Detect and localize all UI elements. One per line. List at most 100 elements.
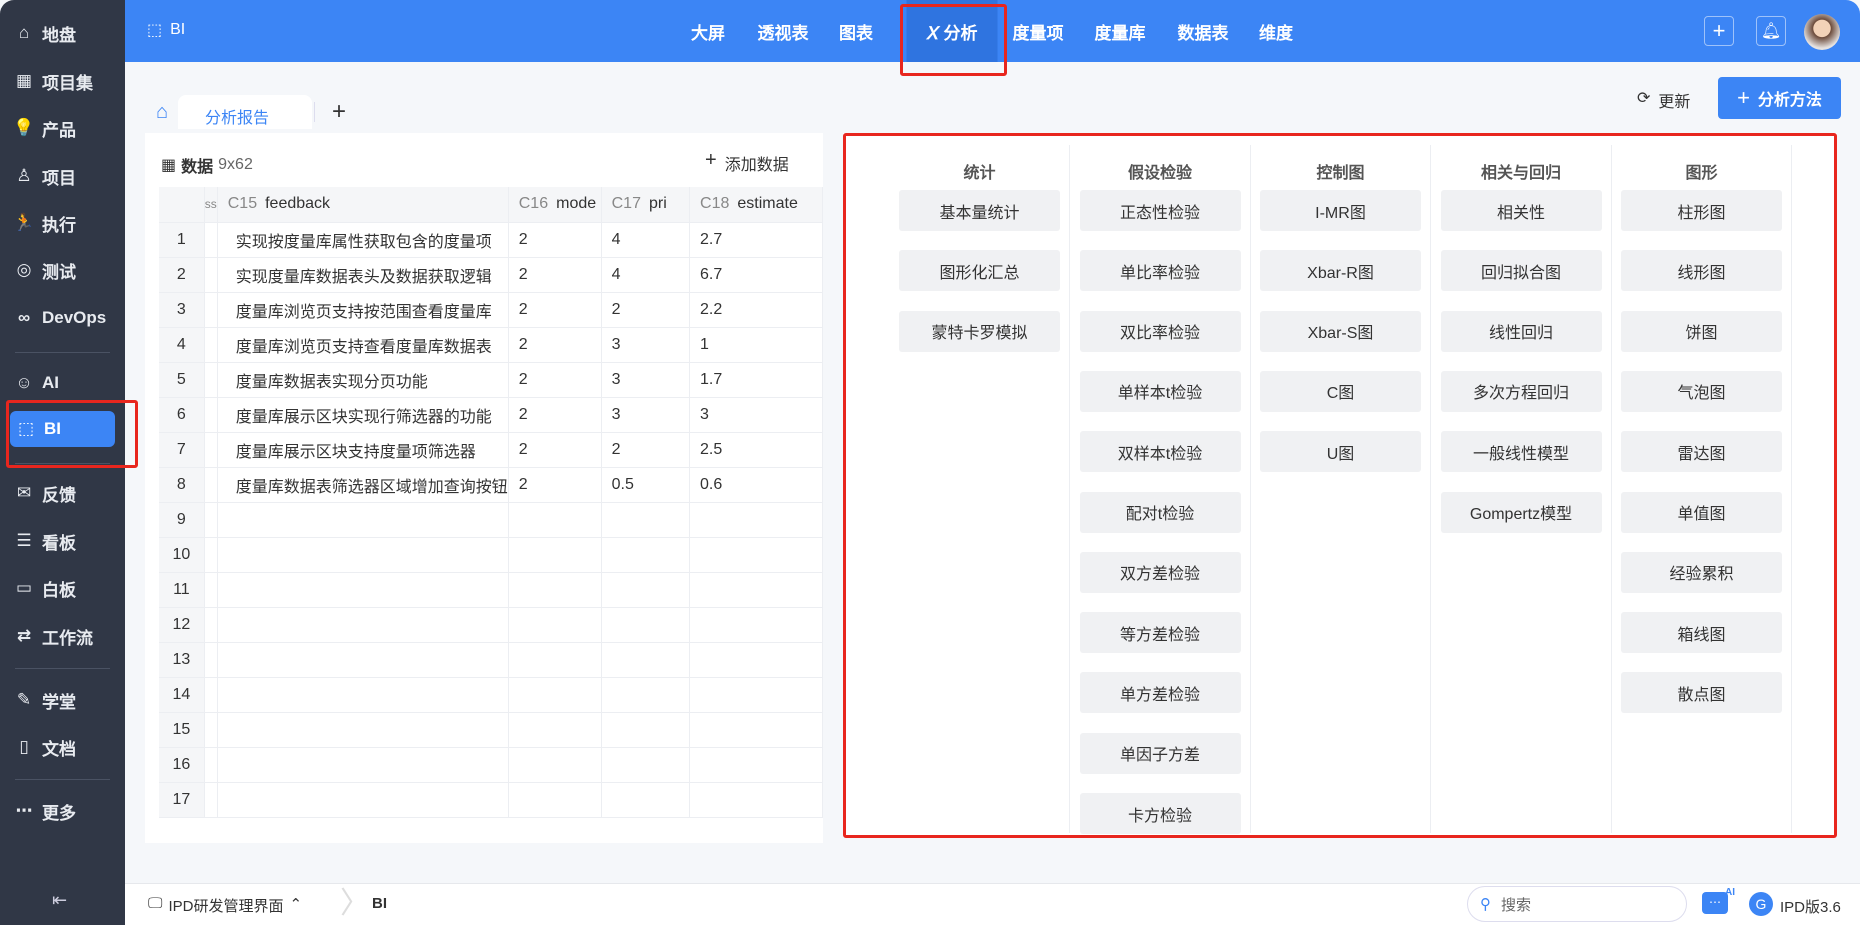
table-cell[interactable]	[601, 502, 691, 538]
table-cell[interactable]: 度量库数据表筛选器区域增加查询按钮	[217, 467, 509, 503]
collapse-left-icon[interactable]: ⇤	[52, 890, 67, 911]
sidebar-item-12[interactable]: ⇄ 工作流	[14, 618, 93, 654]
sidebar-item-15[interactable]: ⋯ 更多	[14, 793, 77, 829]
table-cell[interactable]	[217, 782, 509, 818]
method-button[interactable]: 经验累积	[1621, 551, 1782, 593]
method-button[interactable]: 单方差检验	[1079, 672, 1241, 714]
search-input[interactable]: ⚲ 搜索	[1467, 886, 1687, 922]
nav-tab-6[interactable]: 数据表	[1178, 0, 1229, 62]
table-cell[interactable]	[689, 782, 823, 818]
method-button[interactable]: C图	[1260, 370, 1421, 412]
table-cell[interactable]	[217, 677, 509, 713]
column-header[interactable]: C15 feedback	[217, 187, 509, 223]
column-header[interactable]: C16 mode	[508, 187, 602, 223]
table-cell[interactable]	[217, 502, 509, 538]
method-button[interactable]: 单比率检验	[1079, 250, 1241, 292]
nav-tab-1[interactable]: 透视表	[758, 0, 809, 62]
sidebar-item-1[interactable]: ▦ 项目集	[14, 63, 93, 99]
table-cell[interactable]	[217, 747, 509, 783]
table-cell[interactable]: 度量库浏览页支持按范围查看度量库	[217, 292, 509, 328]
table-cell[interactable]	[217, 537, 509, 573]
method-button[interactable]: 一般线性模型	[1440, 431, 1602, 473]
method-button[interactable]: 箱线图	[1621, 612, 1782, 654]
table-cell[interactable]	[689, 677, 823, 713]
sidebar-item-2[interactable]: 💡 产品	[13, 110, 76, 146]
sidebar-item-0[interactable]: ⌂ 地盘	[14, 15, 76, 51]
tab-analysis-report[interactable]: 分析报告	[178, 95, 312, 129]
method-button[interactable]: 双方差检验	[1079, 551, 1241, 593]
table-cell[interactable]: 2	[508, 257, 602, 293]
table-cell[interactable]	[508, 537, 602, 573]
table-cell[interactable]: 2.7	[689, 222, 823, 258]
nav-tab-4[interactable]: 度量项	[1013, 0, 1064, 62]
add-data-button[interactable]: + 添加数据	[705, 150, 789, 175]
avatar[interactable]	[1804, 14, 1840, 50]
table-row[interactable]: 14	[159, 677, 823, 713]
table-cell[interactable]	[689, 747, 823, 783]
table-cell[interactable]	[217, 712, 509, 748]
workspace-switcher[interactable]: 🖵 IPD研发管理界面 ⌃	[148, 895, 302, 916]
table-row[interactable]: 9	[159, 502, 823, 538]
table-row[interactable]: 13	[159, 642, 823, 678]
table-row[interactable]: 12	[159, 607, 823, 643]
table-row[interactable]: 5 度量库数据表实现分页功能 2 3 1.7	[159, 362, 823, 398]
table-cell[interactable]: 2	[508, 362, 602, 398]
table-cell[interactable]	[601, 607, 691, 643]
table-cell[interactable]: 2	[508, 292, 602, 328]
table-cell[interactable]: 2	[508, 222, 602, 258]
table-cell[interactable]	[689, 502, 823, 538]
table-cell[interactable]	[508, 572, 602, 608]
method-button[interactable]: 单值图	[1621, 491, 1782, 533]
table-cell[interactable]: 0.5	[601, 467, 691, 503]
table-cell[interactable]: 2	[601, 432, 691, 468]
sidebar-item-6[interactable]: ∞ DevOps	[14, 300, 106, 336]
table-row[interactable]: 1 实现按度量库属性获取包含的度量项 2 4 2.7	[159, 222, 823, 258]
method-button[interactable]: 配对t检验	[1079, 491, 1241, 533]
table-row[interactable]: 3 度量库浏览页支持按范围查看度量库 2 2 2.2	[159, 292, 823, 328]
column-header[interactable]: C17 pri	[601, 187, 691, 223]
table-row[interactable]: 7 度量库展示区块支持度量项筛选器 2 2 2.5	[159, 432, 823, 468]
add-button[interactable]: +	[1704, 16, 1734, 46]
method-button[interactable]: 正态性检验	[1079, 190, 1241, 231]
table-cell[interactable]: 3	[689, 397, 823, 433]
table-row[interactable]: 17	[159, 782, 823, 818]
table-cell[interactable]: 1	[689, 327, 823, 363]
table-cell[interactable]: 2	[508, 327, 602, 363]
table-cell[interactable]	[217, 607, 509, 643]
table-cell[interactable]: 实现按度量库属性获取包含的度量项	[217, 222, 509, 258]
sidebar-item-13[interactable]: ✎ 学堂	[14, 682, 76, 718]
table-cell[interactable]	[508, 782, 602, 818]
table-cell[interactable]	[601, 572, 691, 608]
table-cell[interactable]: 6.7	[689, 257, 823, 293]
table-cell[interactable]: 2	[508, 432, 602, 468]
sidebar-item-11[interactable]: ▭ 白板	[14, 570, 76, 606]
method-button[interactable]: 图形化汇总	[899, 250, 1060, 292]
table-cell[interactable]	[508, 677, 602, 713]
method-button[interactable]: 单因子方差	[1079, 732, 1241, 774]
method-button[interactable]: 多次方程回归	[1440, 370, 1602, 412]
home-icon[interactable]: ⌂	[156, 101, 168, 124]
method-button[interactable]: 饼图	[1621, 310, 1782, 352]
table-cell[interactable]	[601, 642, 691, 678]
table-cell[interactable]: 3	[601, 362, 691, 398]
table-cell[interactable]	[689, 607, 823, 643]
table-cell[interactable]: 2	[508, 397, 602, 433]
method-button[interactable]: 等方差检验	[1079, 612, 1241, 654]
method-button[interactable]: 双比率检验	[1079, 310, 1241, 352]
method-button[interactable]: Xbar-R图	[1260, 250, 1421, 292]
table-row[interactable]: 8 度量库数据表筛选器区域增加查询按钮 2 0.5 0.6	[159, 467, 823, 503]
method-button[interactable]: 单样本t检验	[1079, 370, 1241, 412]
method-button[interactable]: 柱形图	[1621, 190, 1782, 231]
table-cell[interactable]: 1.7	[689, 362, 823, 398]
nav-tab-0[interactable]: 大屏	[691, 0, 725, 62]
table-cell[interactable]	[508, 747, 602, 783]
method-button[interactable]: 线性回归	[1440, 310, 1602, 352]
table-cell[interactable]	[217, 572, 509, 608]
method-button[interactable]: I-MR图	[1260, 190, 1421, 231]
nav-tab-7[interactable]: 维度	[1259, 0, 1293, 62]
method-button[interactable]: Xbar-S图	[1260, 310, 1421, 352]
table-cell[interactable]: 0.6	[689, 467, 823, 503]
table-cell[interactable]	[508, 502, 602, 538]
table-cell[interactable]: 度量库展示区块支持度量项筛选器	[217, 432, 509, 468]
table-cell[interactable]: 度量库浏览页支持查看度量库数据表	[217, 327, 509, 363]
